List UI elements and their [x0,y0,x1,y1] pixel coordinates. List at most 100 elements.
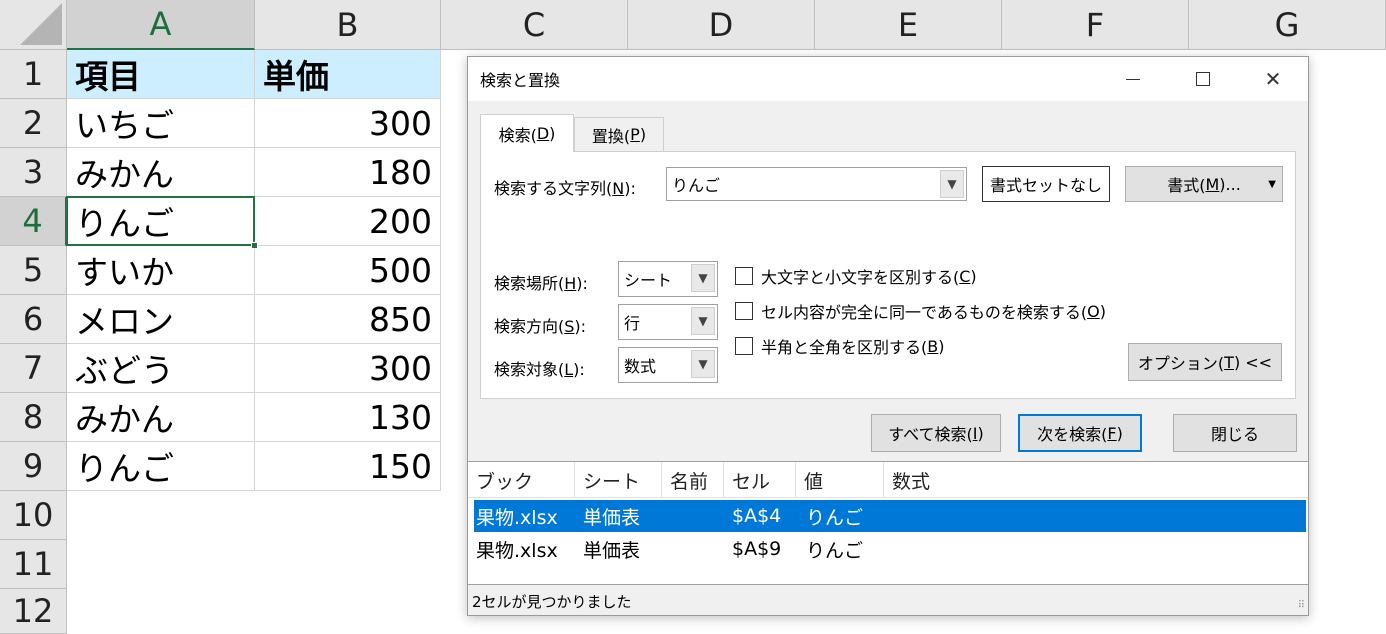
row-header-9[interactable]: 9 [0,442,67,491]
tab-replace[interactable]: 置換(P) [574,117,664,151]
result-cell: $A$9 [732,538,782,560]
column-header-d[interactable]: D [628,0,815,50]
find-all-button[interactable]: すべて検索(I) [871,414,1001,452]
cell-b7[interactable]: 300 [255,344,441,393]
result-value: りんご [806,506,864,529]
column-header-e[interactable]: E [815,0,1002,50]
cell-a6[interactable]: メロン [67,295,255,344]
format-button-suffix: )... [1219,174,1241,194]
cell-b1[interactable]: 単価 [255,50,441,99]
dropdown-caret-icon: ▼ [1268,178,1276,190]
chevron-down-icon[interactable]: ▼ [691,307,715,335]
checkbox-box[interactable] [735,267,753,285]
row-header-5[interactable]: 5 [0,246,67,295]
select-all-corner[interactable] [0,0,67,50]
result-row-2[interactable]: 果物.xlsx 単価表 $A$9 りんご [474,533,1306,565]
checkbox-box[interactable] [735,337,753,355]
options-button[interactable]: オプション(T) << [1128,343,1282,381]
within-select[interactable]: シート ▼ [618,261,718,297]
options-key: T [1224,352,1234,372]
column-header-f[interactable]: F [1002,0,1189,50]
look-in-label-text: 検索対象( [494,360,565,379]
match-byte-label: 半角と全角を区別する( [761,338,928,357]
checkbox-box[interactable] [735,302,753,320]
cell-b6[interactable]: 850 [255,295,441,344]
results-col-value[interactable]: 値 [796,462,884,498]
match-case-key: C [959,266,971,286]
look-in-select[interactable]: 数式 ▼ [618,347,718,383]
look-in-label: 検索対象(L): [494,356,585,380]
look-in-label-suffix: ): [573,360,585,379]
tab-replace-key: P [630,125,640,144]
row-header-10[interactable]: 10 [0,491,67,540]
tab-replace-label: 置換( [591,126,631,146]
cell-b8[interactable]: 130 [255,393,441,442]
search-string-input[interactable]: りんご ▼ [666,167,967,201]
select-all-triangle-icon [20,3,62,45]
results-col-formula[interactable]: 数式 [884,462,1308,498]
row-header-12[interactable]: 12 [0,589,67,634]
within-label-text: 検索場所( [494,274,565,293]
find-next-suffix: ) [1116,423,1123,443]
cell-b5[interactable]: 500 [255,246,441,295]
close-button[interactable]: 閉じる [1173,414,1297,452]
cell-b4[interactable]: 200 [255,197,441,246]
search-direction-label: 検索方向(S): [494,313,586,337]
cell-b9[interactable]: 150 [255,442,441,491]
cell-a3[interactable]: みかん [67,148,255,197]
row-header-4[interactable]: 4 [0,197,67,246]
result-row-1[interactable]: 果物.xlsx 単価表 $A$4 りんご [474,500,1306,532]
no-format-button[interactable]: 書式セットなし [982,166,1110,202]
cell-b3[interactable]: 180 [255,148,441,197]
column-header-b[interactable]: B [255,0,441,50]
cell-a2[interactable]: いちご [67,99,255,148]
row-header-2[interactable]: 2 [0,99,67,148]
search-direction-select[interactable]: 行 ▼ [618,304,718,340]
maximize-button[interactable] [1168,57,1238,101]
options-suffix: ) << [1233,352,1273,372]
match-case-suffix: ) [970,266,977,286]
match-case-checkbox[interactable]: 大文字と小文字を区別する(C) [735,264,977,288]
cell-a7[interactable]: ぶどう [67,344,255,393]
cell-a5[interactable]: すいか [67,246,255,295]
within-label-key: H [564,274,577,293]
chevron-down-icon[interactable]: ▼ [940,170,964,198]
fill-handle[interactable] [251,242,258,249]
results-col-name[interactable]: 名前 [662,462,724,498]
results-col-sheet[interactable]: シート [575,462,662,498]
column-header-c[interactable]: C [441,0,628,50]
cell-a1[interactable]: 項目 [67,50,255,99]
search-direction-label-key: S [564,317,575,336]
within-value: シート [624,271,673,290]
cell-a8[interactable]: みかん [67,393,255,442]
minimize-icon [1126,78,1140,80]
results-col-book[interactable]: ブック [468,462,575,498]
minimize-button[interactable] [1098,57,1168,101]
chevron-down-icon[interactable]: ▼ [691,350,715,378]
close-window-button[interactable]: ✕ [1238,57,1308,101]
row-header-6[interactable]: 6 [0,295,67,344]
cell-b2[interactable]: 300 [255,99,441,148]
match-entire-cell-checkbox[interactable]: セル内容が完全に同一であるものを検索する(O) [735,299,1106,323]
results-col-cell[interactable]: セル [724,462,796,498]
chevron-down-icon[interactable]: ▼ [691,264,715,292]
options-label: オプション( [1137,354,1225,373]
status-text: 2セルが見つかりました [472,592,632,611]
row-header-3[interactable]: 3 [0,148,67,197]
tab-find[interactable]: 検索(D) [480,114,574,152]
cell-a9[interactable]: りんご [67,442,255,491]
column-header-a[interactable]: A [67,0,255,50]
row-header-8[interactable]: 8 [0,393,67,442]
row-header-1[interactable]: 1 [0,50,67,99]
row-header-7[interactable]: 7 [0,344,67,393]
column-header-g[interactable]: G [1189,0,1386,50]
find-all-label: すべて検索( [888,425,973,444]
match-byte-checkbox[interactable]: 半角と全角を区別する(B) [735,334,944,358]
search-string-label-text: 検索する文字列( [494,179,613,198]
format-button[interactable]: 書式(M)... ▼ [1125,166,1283,202]
find-next-button[interactable]: 次を検索(F) [1018,414,1142,452]
row-header-11[interactable]: 11 [0,540,67,589]
search-direction-label-text: 検索方向( [494,317,565,336]
resize-grip-icon[interactable]: ⠿ [1298,600,1305,611]
result-sheet: 単価表 [583,539,641,562]
